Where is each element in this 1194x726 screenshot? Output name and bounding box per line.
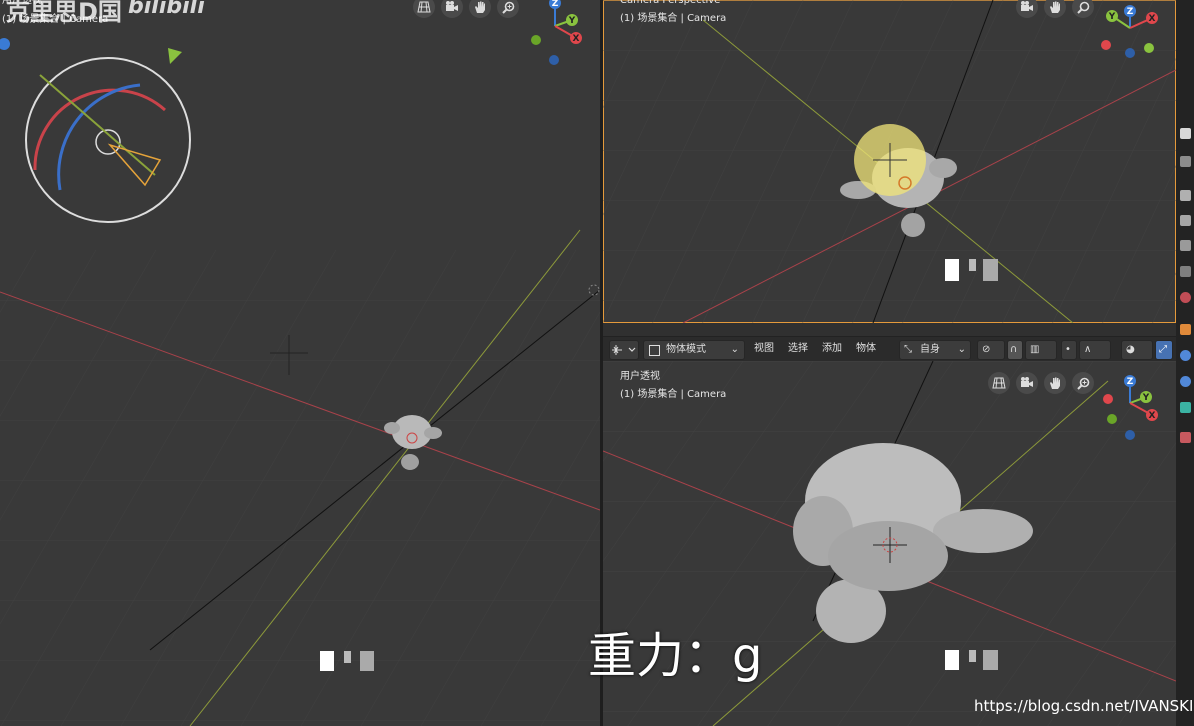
- visibility-dropdown[interactable]: ◕: [1121, 340, 1153, 360]
- snap-toggle[interactable]: ∩: [1007, 340, 1023, 360]
- grid-icon[interactable]: [988, 372, 1010, 394]
- zoom-icon[interactable]: [1072, 372, 1094, 394]
- svg-text:Z: Z: [1127, 377, 1134, 387]
- snap-target-dropdown[interactable]: ▥: [1025, 340, 1057, 360]
- scene-tab-icon[interactable]: [1180, 240, 1191, 251]
- svg-text:X: X: [1149, 411, 1156, 421]
- viewport-header: 物体模式 ⌄ 视图 选择 添加 物体 ⤡ 自身 ⌄ ⊘ ∩ ▥ • ∧ ◕ ⤢: [603, 336, 1176, 362]
- video-caption: 重力：g: [588, 628, 763, 684]
- hand-icon[interactable]: [1044, 372, 1066, 394]
- subtitle-bars-top: [945, 258, 1001, 282]
- orientation-label: 自身: [920, 344, 940, 355]
- mode-dropdown[interactable]: 物体模式 ⌄: [643, 340, 745, 360]
- chevron-down-icon: ⌄: [957, 344, 966, 355]
- transform-orientation-dropdown[interactable]: ⤡ 自身 ⌄: [899, 340, 971, 360]
- collection-tab-icon[interactable]: [1180, 292, 1191, 303]
- watermark-channel: 克里思D国: [6, 0, 122, 26]
- magnet-icon: ∩: [1010, 344, 1018, 355]
- bottom-view-collection: (1) 场景集合 | Camera: [620, 389, 727, 400]
- watermark-url: https://blog.csdn.net/IVANSKI: [974, 697, 1194, 715]
- chevron-down-icon: ⌄: [730, 344, 739, 355]
- svg-text:X: X: [1149, 14, 1156, 24]
- svg-text:Y: Y: [1108, 12, 1116, 22]
- svg-text:X: X: [573, 34, 580, 44]
- snap-icon: ▥: [1030, 344, 1040, 355]
- gizmo-toggle[interactable]: ⤢: [1155, 340, 1173, 360]
- camera-view-collection: (1) 场景集合 | Camera: [620, 13, 727, 24]
- camera-view-title: Camera Perspective: [620, 0, 721, 6]
- svg-text:Z: Z: [552, 0, 559, 9]
- pivot-icon: ⊘: [982, 344, 991, 355]
- subtitle-bars-bottom: [945, 647, 1001, 671]
- texture-tab-icon[interactable]: [1180, 432, 1191, 443]
- editor-type-button[interactable]: [609, 340, 639, 360]
- left-viewport[interactable]: 用户透视 (1) 场景集合 | Camera Z Y X: [0, 0, 600, 726]
- mode-label: 物体模式: [666, 344, 706, 355]
- navigation-gizmo[interactable]: Z Y X: [520, 0, 590, 68]
- output-tab-icon[interactable]: [1180, 190, 1191, 201]
- properties-tab-strip: [1176, 0, 1194, 726]
- view-layer-tab-icon[interactable]: [1180, 215, 1191, 226]
- particles-tab-icon[interactable]: [1180, 376, 1191, 387]
- svg-text:Y: Y: [1142, 393, 1150, 403]
- menu-add[interactable]: 添加: [822, 341, 842, 357]
- falloff-icon: ∧: [1084, 344, 1092, 355]
- camera-icon[interactable]: [1016, 372, 1038, 394]
- object-mode-icon: [649, 345, 660, 356]
- menu-select[interactable]: 选择: [788, 341, 808, 357]
- physics-tab-icon[interactable]: [1180, 402, 1191, 413]
- modifier-tab-icon[interactable]: [1180, 350, 1191, 361]
- falloff-dropdown[interactable]: ∧: [1079, 340, 1111, 360]
- svg-text:Y: Y: [568, 16, 576, 26]
- menu-view[interactable]: 视图: [754, 341, 774, 357]
- area-divider-horizontal[interactable]: [603, 323, 1176, 336]
- menu-object[interactable]: 物体: [856, 341, 876, 357]
- eye-icon: ◕: [1126, 344, 1135, 355]
- object-tab-icon[interactable]: [1180, 324, 1191, 335]
- proportional-icon: •: [1065, 344, 1071, 355]
- svg-text:Z: Z: [1127, 7, 1134, 17]
- bottom-view-title: 用户透视: [620, 371, 660, 382]
- orientation-icon: ⤡: [904, 344, 912, 355]
- left-viewport-grid: [0, 38, 600, 726]
- pivot-point-dropdown[interactable]: ⊘: [977, 340, 1005, 360]
- navigation-gizmo[interactable]: Z Y X: [1100, 369, 1170, 445]
- camera-rotation-gizmo: [0, 38, 191, 223]
- gizmo-icon: ⤢: [1159, 344, 1167, 355]
- tool-tab-icon[interactable]: [1180, 128, 1191, 139]
- world-tab-icon[interactable]: [1180, 266, 1191, 277]
- camera-viewport[interactable]: Camera Perspective (1) 场景集合 | Camera Z Y…: [603, 0, 1176, 323]
- subtitle-bars-left: [320, 648, 376, 672]
- proportional-edit-toggle[interactable]: •: [1061, 340, 1077, 360]
- bilibili-logo: bilibili: [128, 0, 205, 19]
- camera-viewport-grid: [603, 0, 1176, 323]
- render-tab-icon[interactable]: [1180, 156, 1191, 167]
- navigation-gizmo[interactable]: Z Y X: [1098, 2, 1170, 64]
